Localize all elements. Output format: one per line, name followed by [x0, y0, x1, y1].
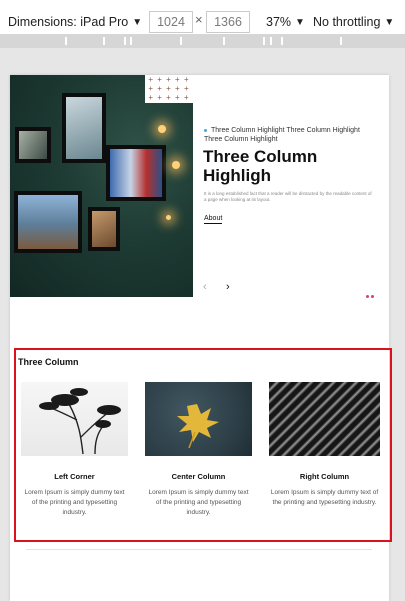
ruler-tick: [340, 37, 342, 45]
slider-dots: [364, 285, 374, 303]
hero-eyebrow: Three Column Highlight Three Column High…: [204, 126, 379, 144]
chevron-right-icon[interactable]: ›: [226, 281, 230, 293]
width-input[interactable]: 1024: [149, 11, 193, 33]
bullet-icon: [204, 128, 207, 132]
ruler-tick: [223, 37, 225, 45]
divider: [26, 549, 372, 550]
caret-down-icon: ▼: [295, 16, 305, 28]
slider-dot[interactable]: [371, 295, 374, 298]
hero-description: It is a long established fact that a rea…: [204, 191, 372, 202]
about-link[interactable]: About: [204, 215, 223, 224]
ruler-tick: [180, 37, 182, 45]
picture-frame: [88, 207, 120, 251]
highlight-outline: [14, 348, 392, 542]
hero-title: Three Column Highligh: [203, 147, 318, 185]
caret-down-icon: ▼: [384, 16, 395, 28]
hero-image: + + + + + + + + + + + + + + + + + + + + …: [10, 75, 193, 297]
throttling-label: No throttling: [313, 15, 381, 29]
zoom-label: 37%: [266, 15, 292, 29]
height-input[interactable]: 1366: [206, 11, 250, 33]
ruler-tick: [281, 37, 283, 45]
lamp-light: [166, 215, 171, 220]
ruler-tick: [124, 37, 126, 45]
lamp-light: [158, 125, 166, 133]
dimensions-label: Dimensions: iPad Pro: [8, 15, 129, 29]
ruler-tick: [103, 37, 105, 45]
ruler-tick: [130, 37, 132, 45]
picture-frame: [62, 93, 106, 163]
ruler-tick: [263, 37, 265, 45]
picture-frame: [106, 145, 166, 201]
hero-eyebrow-text: Three Column Highlight Three Column High…: [204, 127, 360, 143]
media-query-ruler[interactable]: [0, 34, 405, 48]
picture-frame: [15, 127, 51, 163]
chevron-left-icon[interactable]: ‹: [203, 281, 207, 293]
picture-frame: [14, 191, 82, 253]
zoom-dropdown[interactable]: 37% ▼: [266, 12, 305, 32]
ruler-tick: [65, 37, 67, 45]
caret-down-icon: ▼: [132, 16, 143, 28]
times-label: ×: [195, 12, 203, 27]
slider-dot[interactable]: [366, 295, 369, 298]
throttling-dropdown[interactable]: No throttling ▼: [313, 12, 394, 32]
plus-pattern-tile: + + + + + + + + + + + + + + + + + + + + …: [145, 75, 193, 103]
lamp-light: [172, 161, 180, 169]
ruler-tick: [270, 37, 272, 45]
dimensions-dropdown[interactable]: Dimensions: iPad Pro ▼: [8, 12, 142, 32]
